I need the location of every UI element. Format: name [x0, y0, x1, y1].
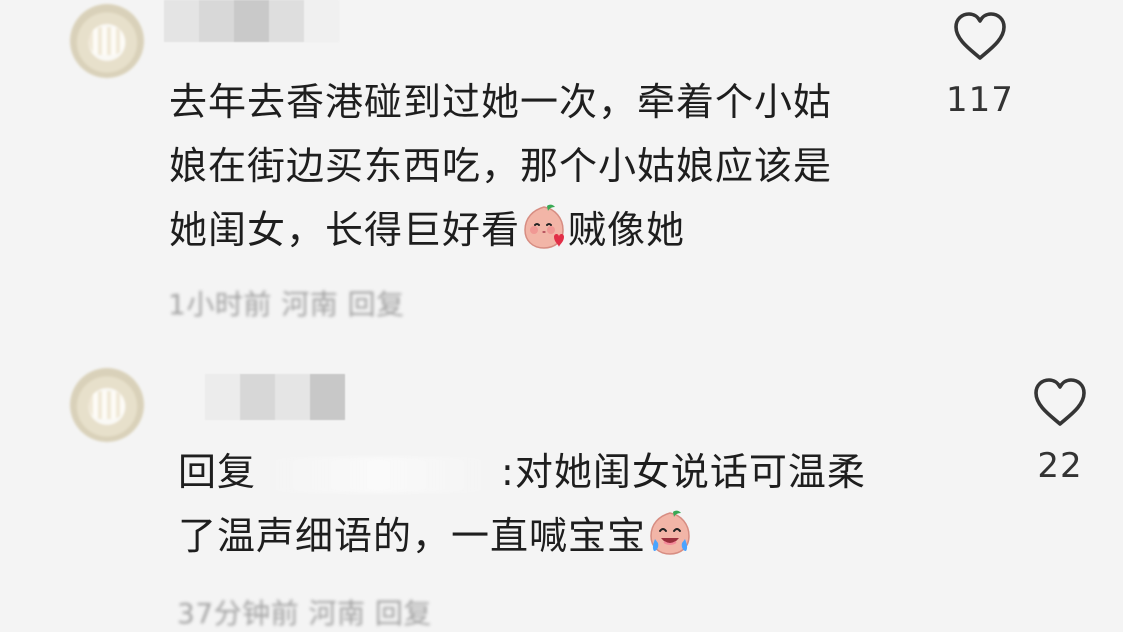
reply-text: 回复:对她闺女说话可温柔 了温声细语的，一直喊宝宝 — [178, 440, 978, 568]
heart-icon — [1034, 378, 1086, 426]
reply-prefix: 回复 — [178, 450, 257, 494]
username-redacted — [164, 0, 339, 42]
laughing-tears-emoji — [646, 509, 694, 557]
like-button[interactable]: 117 — [944, 10, 1016, 120]
mention-redacted[interactable] — [256, 456, 502, 493]
like-count: 117 — [946, 80, 1014, 120]
comment-text-part: 去年去香港碰到过她一次，牵着个小姑 娘在街边买东西吃，那个小姑娘应该是 她闺女，… — [169, 80, 833, 252]
comment-item: 去年去香港碰到过她一次，牵着个小姑 娘在街边买东西吃，那个小姑娘应该是 她闺女，… — [0, 0, 1123, 330]
like-count: 22 — [1037, 446, 1083, 486]
heart-icon — [954, 12, 1006, 60]
comment-text-part: 贼像她 — [568, 208, 686, 252]
comment-text: 去年去香港碰到过她一次，牵着个小姑 娘在街边买东西吃，那个小姑娘应该是 她闺女，… — [169, 70, 929, 262]
comment-meta: 1小时前 河南 回复 — [168, 288, 405, 321]
avatar[interactable] — [70, 368, 144, 442]
avatar[interactable] — [70, 4, 144, 78]
blush-kiss-emoji — [520, 203, 568, 251]
comment-item: 回复:对她闺女说话可温柔 了温声细语的，一直喊宝宝 37分钟前 河南 回复 22 — [0, 360, 1123, 630]
username-redacted — [205, 374, 345, 420]
comment-meta: 37分钟前 河南 回复 — [177, 597, 432, 630]
like-button[interactable]: 22 — [1024, 376, 1096, 486]
